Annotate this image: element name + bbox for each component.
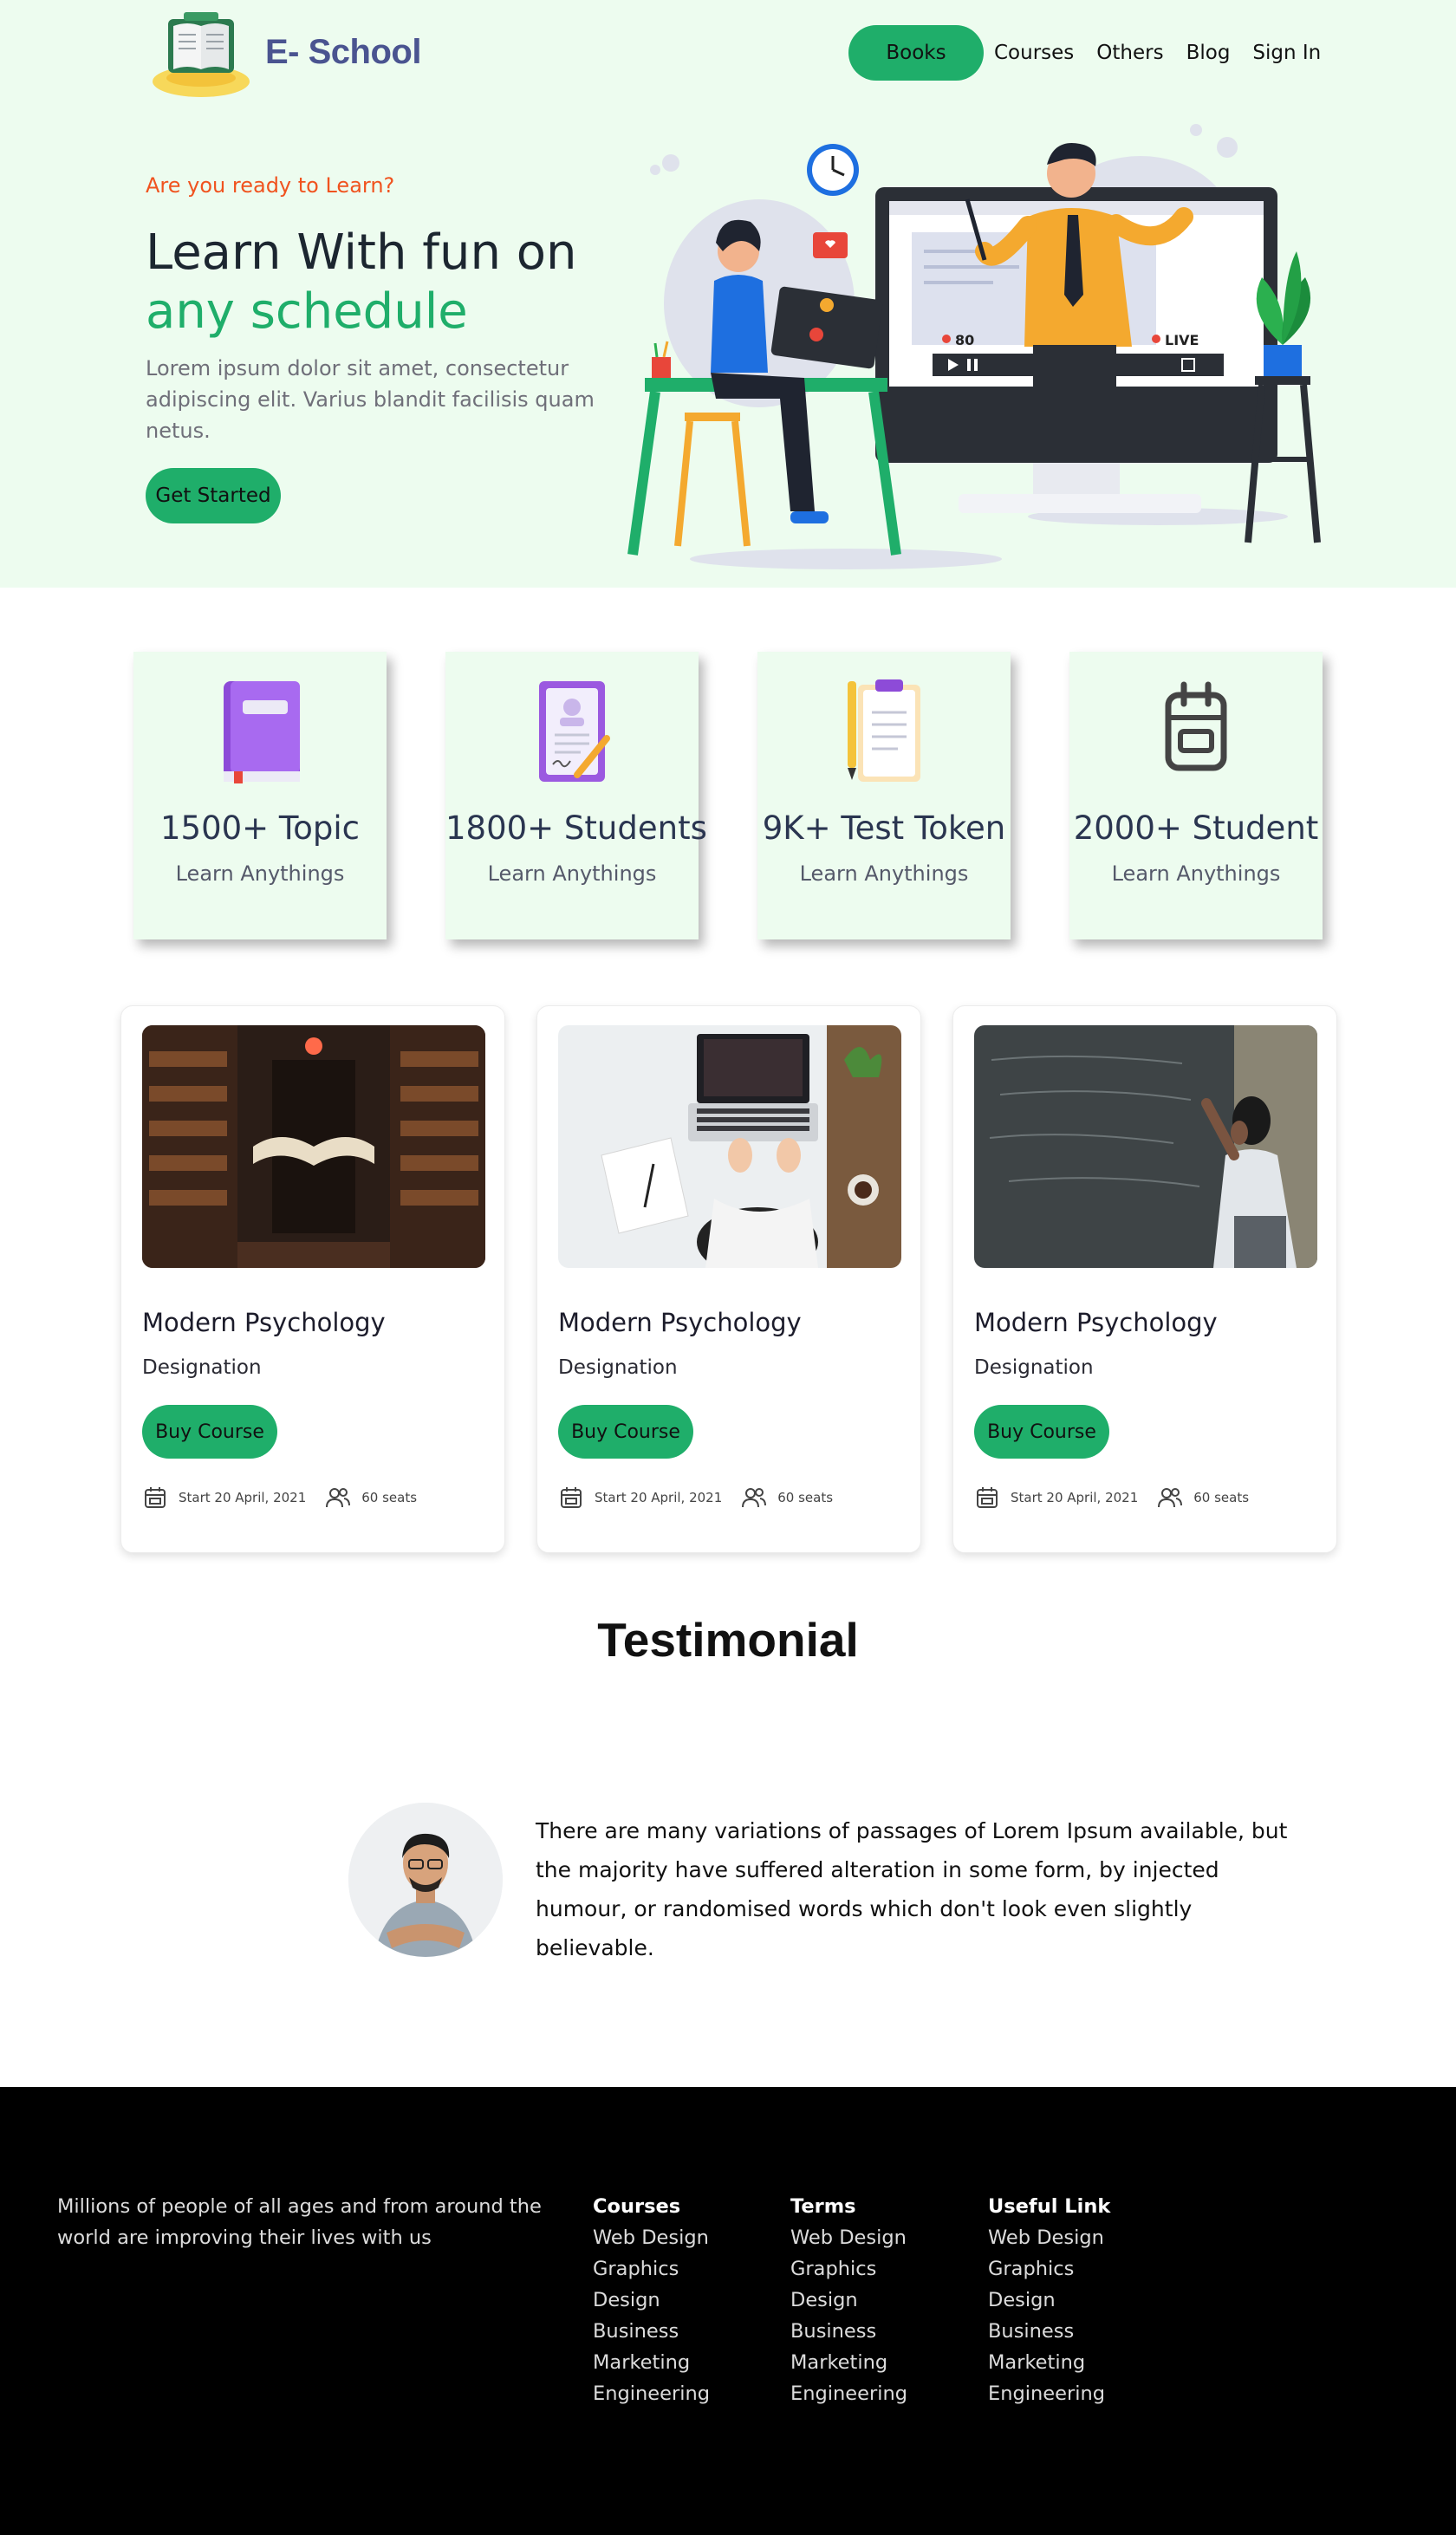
nav-courses[interactable]: Courses xyxy=(994,42,1074,64)
stat-card-topics: 1500+ Topic Learn Anythings xyxy=(133,652,387,939)
stat-card-student-count: 2000+ Student Learn Anythings xyxy=(1069,652,1323,939)
course-meta: Start 20 April, 2021 60 seats xyxy=(974,1485,1249,1511)
laptop-desk-photo xyxy=(558,1025,901,1268)
brand-logo[interactable]: E- School xyxy=(149,7,421,97)
footer-link[interactable]: Marketing xyxy=(988,2347,1110,2378)
footer-column-heading: Terms xyxy=(790,2195,856,2218)
footer-link[interactable]: Graphics xyxy=(988,2253,1110,2285)
stat-value: 1800+ Students xyxy=(445,809,707,847)
course-meta: Start 20 April, 2021 60 seats xyxy=(558,1485,833,1511)
users-icon xyxy=(742,1488,767,1508)
nav-sign-in[interactable]: Sign In xyxy=(1252,42,1321,64)
footer-column-courses: Courses Web Design Graphics Design Busin… xyxy=(593,2191,710,2409)
site-footer: Millions of people of all ages and from … xyxy=(0,2087,1456,2535)
clipboard-icon xyxy=(848,679,920,782)
brand-name: E- School xyxy=(265,32,421,71)
course-title: Modern Psychology xyxy=(142,1308,386,1337)
viewer-count-label: 80 xyxy=(955,332,974,348)
footer-link[interactable]: Graphics xyxy=(593,2253,710,2285)
footer-link[interactable]: Business xyxy=(988,2316,1110,2347)
stat-value: 2000+ Student xyxy=(1073,809,1319,847)
chalkboard-photo xyxy=(974,1025,1317,1268)
footer-link[interactable]: Engineering xyxy=(790,2378,907,2409)
library-photo xyxy=(142,1025,485,1268)
course-seats: 60 seats xyxy=(1193,1490,1250,1505)
footer-link[interactable]: Business xyxy=(790,2316,907,2347)
footer-link[interactable]: Design xyxy=(988,2285,1110,2316)
stat-value: 1500+ Topic xyxy=(160,809,360,847)
get-started-button[interactable]: Get Started xyxy=(146,468,281,523)
course-designation: Designation xyxy=(142,1356,262,1379)
buy-course-button[interactable]: Buy Course xyxy=(974,1405,1109,1459)
course-card[interactable]: Modern Psychology Designation Buy Course… xyxy=(952,1005,1337,1553)
course-card[interactable]: Modern Psychology Designation Buy Course… xyxy=(536,1005,921,1553)
hero-eyebrow: Are you ready to Learn? xyxy=(146,173,395,198)
testimonial-avatar xyxy=(348,1803,503,1957)
users-icon xyxy=(1158,1488,1183,1508)
hero-headline-line-1: Learn With fun on xyxy=(146,224,577,281)
footer-link[interactable]: Business xyxy=(593,2316,710,2347)
footer-column-terms: Terms Web Design Graphics Design Busines… xyxy=(790,2191,907,2409)
footer-link[interactable]: Engineering xyxy=(988,2378,1110,2409)
id-card-icon xyxy=(539,681,610,782)
footer-link[interactable]: Engineering xyxy=(593,2378,710,2409)
hero-headline: Learn With fun on any schedule xyxy=(146,224,577,341)
hero-section: E- School Books Courses Others Blog Sign… xyxy=(0,0,1456,588)
stat-caption: Learn Anythings xyxy=(487,861,657,886)
nav-others[interactable]: Others xyxy=(1096,42,1163,64)
users-icon xyxy=(326,1488,351,1508)
stat-card-test-tokens: 9K+ Test Token Learn Anythings xyxy=(757,652,1011,939)
stat-caption: Learn Anythings xyxy=(799,861,969,886)
calendar-icon xyxy=(977,1487,998,1508)
course-meta: Start 20 April, 2021 60 seats xyxy=(142,1485,417,1511)
stats-section: 1500+ Topic Learn Anythings 1800+ Studen… xyxy=(133,652,1323,939)
calendar-icon xyxy=(1165,681,1227,771)
stat-caption: Learn Anythings xyxy=(1111,861,1281,886)
footer-link[interactable]: Marketing xyxy=(593,2347,710,2378)
stat-caption: Learn Anythings xyxy=(175,861,345,886)
testimonial-heading: Testimonial xyxy=(597,1613,859,1667)
hero-headline-accent: any schedule xyxy=(146,283,468,340)
footer-link[interactable]: Web Design xyxy=(988,2222,1110,2253)
course-card[interactable]: Modern Psychology Designation Buy Course… xyxy=(120,1005,505,1553)
live-label: LIVE xyxy=(1165,332,1199,348)
course-start-date: Start 20 April, 2021 xyxy=(1011,1490,1139,1505)
buy-course-button[interactable]: Buy Course xyxy=(558,1405,693,1459)
footer-link[interactable]: Marketing xyxy=(790,2347,907,2378)
course-designation: Designation xyxy=(974,1356,1094,1379)
main-nav: Books Courses Others Blog Sign In xyxy=(848,25,1343,81)
footer-about: Millions of people of all ages and from … xyxy=(57,2195,542,2249)
course-start-date: Start 20 April, 2021 xyxy=(179,1490,307,1505)
footer-column-heading: Courses xyxy=(593,2195,681,2218)
course-title: Modern Psychology xyxy=(558,1308,802,1337)
course-seats: 60 seats xyxy=(361,1490,418,1505)
footer-column-useful-links: Useful Link Web Design Graphics Design B… xyxy=(988,2191,1110,2409)
person-avatar-icon xyxy=(348,1803,503,1957)
course-seats: 60 seats xyxy=(777,1490,834,1505)
hero-lead: Lorem ipsum dolor sit amet, consectetur … xyxy=(146,356,595,443)
footer-column-heading: Useful Link xyxy=(988,2195,1111,2218)
nav-blog[interactable]: Blog xyxy=(1186,42,1231,64)
online-learning-illustration: 80 LIVE xyxy=(627,124,1321,569)
book-icon xyxy=(224,681,300,783)
calendar-icon xyxy=(561,1487,582,1508)
testimonial-quote: There are many variations of passages of… xyxy=(536,1818,1288,1960)
calendar-icon xyxy=(145,1487,166,1508)
course-designation: Designation xyxy=(558,1356,678,1379)
course-start-date: Start 20 April, 2021 xyxy=(595,1490,723,1505)
buy-course-button[interactable]: Buy Course xyxy=(142,1405,277,1459)
nav-books[interactable]: Books xyxy=(848,25,984,81)
open-book-logo-icon xyxy=(153,12,250,97)
footer-link[interactable]: Web Design xyxy=(593,2222,710,2253)
footer-link[interactable]: Design xyxy=(790,2285,907,2316)
stat-value: 9K+ Test Token xyxy=(762,809,1006,847)
course-title: Modern Psychology xyxy=(974,1308,1218,1337)
footer-link[interactable]: Web Design xyxy=(790,2222,907,2253)
footer-link[interactable]: Design xyxy=(593,2285,710,2316)
stat-card-students: 1800+ Students Learn Anythings xyxy=(445,652,707,939)
footer-link[interactable]: Graphics xyxy=(790,2253,907,2285)
